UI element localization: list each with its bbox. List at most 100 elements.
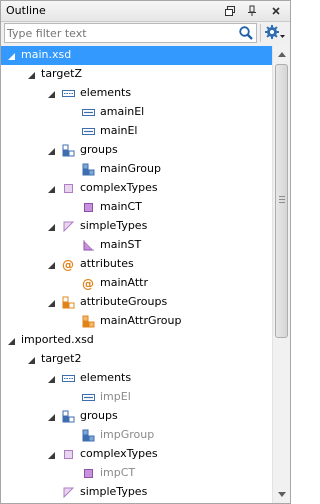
tree-row-label: elements — [80, 86, 132, 99]
filter-row — [1, 22, 290, 46]
outline-panel: Outline Type filter text main.xsd target… — [0, 0, 291, 504]
tree-row-label: simpleTypes — [80, 219, 148, 232]
tree-row[interactable]: impGroup — [1, 426, 272, 445]
complex-types-icon — [61, 447, 76, 462]
expanded-twistie-icon[interactable] — [47, 374, 56, 383]
expanded-twistie-icon[interactable] — [47, 298, 56, 307]
tree-row-label: elements — [80, 371, 132, 384]
complex-type-icon — [81, 200, 96, 215]
tree-row-label: targetZ — [41, 67, 82, 80]
tree-row-label: attributes — [80, 257, 134, 270]
attribute-icon: @ — [81, 276, 96, 291]
elements-icon — [61, 371, 76, 386]
tree-row-label: imported.xsd — [21, 333, 94, 346]
tree-row[interactable]: complexTypes — [1, 179, 272, 198]
toolbar-separator — [260, 24, 261, 42]
tree-row[interactable]: impEl — [1, 388, 272, 407]
tree-row-label: target2 — [41, 352, 82, 365]
elements-icon — [61, 86, 76, 101]
tree-row-label: impCT — [100, 466, 136, 479]
element-icon — [81, 124, 96, 139]
tree-row-label: mainEl — [100, 124, 138, 137]
tree-row[interactable]: groups — [1, 407, 272, 426]
element-icon — [81, 105, 96, 120]
simple-types-icon — [61, 485, 76, 500]
outline-tree: main.xsd targetZ elements amainEl mainEl grou… — [1, 46, 272, 503]
tree-row[interactable]: mainST — [1, 236, 272, 255]
tree-row[interactable]: mainAttrGroup — [1, 312, 272, 331]
expanded-twistie-icon[interactable] — [7, 51, 16, 60]
expanded-twistie-icon[interactable] — [27, 355, 36, 364]
tree-row[interactable]: attributeGroups — [1, 293, 272, 312]
expanded-twistie-icon[interactable] — [47, 450, 56, 459]
scroll-up-icon[interactable] — [273, 46, 290, 63]
attribute-groups-icon — [61, 295, 76, 310]
tree-row-label: mainAttrGroup — [100, 314, 182, 327]
scroll-down-icon[interactable] — [273, 486, 290, 503]
tree-row[interactable]: main.xsd — [1, 46, 272, 65]
tree-row-label: mainGroup — [100, 162, 161, 175]
tree-row[interactable]: @ attributes — [1, 255, 272, 274]
tree-row-label: complexTypes — [80, 447, 158, 460]
tree-row-label: groups — [80, 409, 118, 422]
tree-row-label: mainCT — [100, 200, 142, 213]
attributes-icon: @ — [61, 257, 76, 272]
expanded-twistie-icon[interactable] — [47, 89, 56, 98]
restore-icon[interactable] — [222, 3, 238, 19]
simple-type-icon — [81, 238, 96, 253]
tree-row-label: main.xsd — [21, 48, 72, 61]
tree-row[interactable]: complexTypes — [1, 445, 272, 464]
expanded-twistie-icon[interactable] — [47, 222, 56, 231]
tree-row[interactable]: impCT — [1, 464, 272, 483]
tree-row[interactable]: @ mainAttr — [1, 274, 272, 293]
element-icon — [81, 390, 96, 405]
expanded-twistie-icon[interactable] — [47, 412, 56, 421]
vertical-scrollbar[interactable] — [272, 46, 290, 503]
tree-row[interactable]: mainEl — [1, 122, 272, 141]
expanded-twistie-icon[interactable] — [27, 70, 36, 79]
tree-row[interactable]: simpleTypes — [1, 483, 272, 502]
tree-row-label: mainAttr — [100, 276, 148, 289]
scroll-thumb[interactable] — [275, 64, 288, 338]
svg-text:@: @ — [62, 258, 74, 272]
tree-row[interactable]: mainCT — [1, 198, 272, 217]
tree-row[interactable]: target2 — [1, 350, 272, 369]
complex-type-icon — [81, 466, 96, 481]
tree-row[interactable]: elements — [1, 369, 272, 388]
expanded-twistie-icon[interactable] — [47, 184, 56, 193]
group-icon — [81, 428, 96, 443]
tree-row[interactable]: mainGroup — [1, 160, 272, 179]
gear-icon[interactable] — [264, 24, 286, 42]
tree-row[interactable]: groups — [1, 141, 272, 160]
group-icon — [81, 162, 96, 177]
tree-row-label: complexTypes — [80, 181, 158, 194]
tree-row[interactable]: targetZ — [1, 65, 272, 84]
groups-icon — [61, 409, 76, 424]
svg-text:@: @ — [82, 277, 94, 291]
tree-row-label: amainEl — [100, 105, 145, 118]
tree-row-label: impEl — [100, 390, 131, 403]
tree-row-label: mainST — [100, 238, 142, 251]
tree-row[interactable]: elements — [1, 84, 272, 103]
expanded-twistie-icon[interactable] — [47, 146, 56, 155]
complex-types-icon — [61, 181, 76, 196]
tree-row-label: simpleTypes — [80, 485, 148, 498]
attribute-group-icon — [81, 314, 96, 329]
tree-row-label: groups — [80, 143, 118, 156]
tree-row[interactable]: simpleTypes — [1, 217, 272, 236]
groups-icon — [61, 143, 76, 158]
panel-title: Outline — [6, 4, 46, 17]
tree-row-label: attributeGroups — [80, 295, 168, 308]
search-icon[interactable] — [238, 25, 254, 41]
expanded-twistie-icon[interactable] — [47, 260, 56, 269]
simple-types-icon — [61, 219, 76, 234]
expanded-twistie-icon[interactable] — [7, 336, 16, 345]
tree-row[interactable]: imported.xsd — [1, 331, 272, 350]
panel-titlebar: Outline — [1, 1, 290, 22]
tree-row[interactable]: amainEl — [1, 103, 272, 122]
tree-row-label: impGroup — [100, 428, 155, 441]
close-icon[interactable] — [268, 3, 284, 19]
pin-icon[interactable] — [244, 3, 260, 19]
filter-input[interactable] — [7, 25, 232, 41]
filter-box — [4, 23, 257, 43]
